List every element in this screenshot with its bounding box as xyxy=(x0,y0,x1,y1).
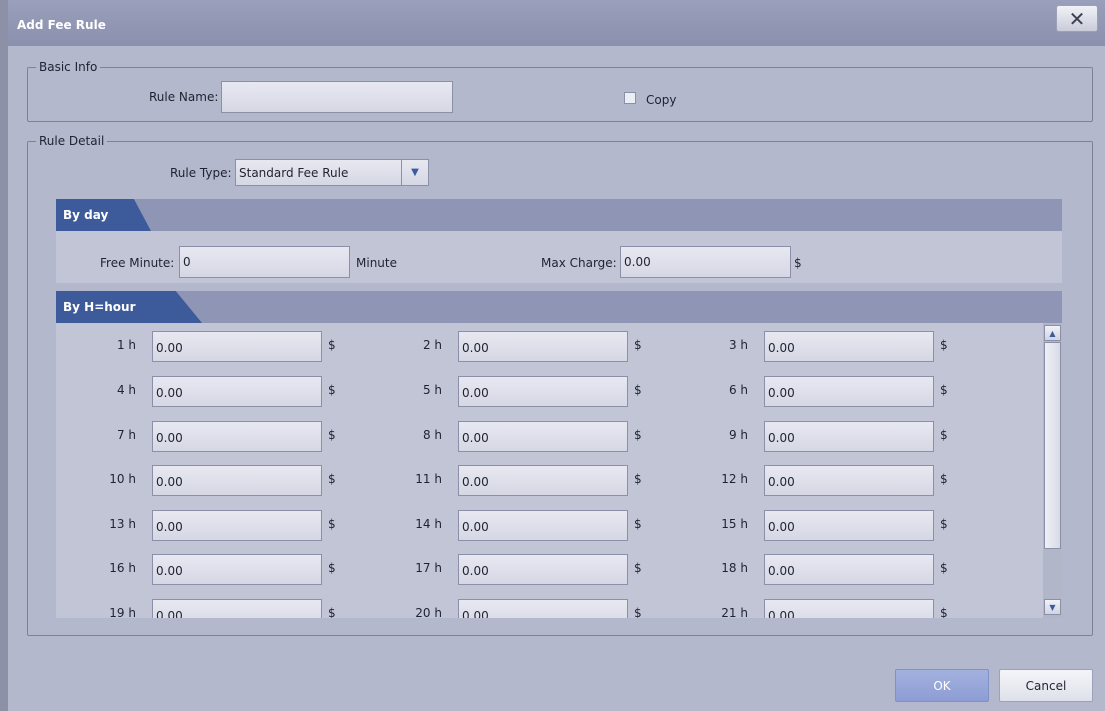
hour-fee-input[interactable]: 0.00 xyxy=(458,599,628,618)
copy-label: Copy xyxy=(646,93,677,107)
hour-fee-input[interactable]: 0.00 xyxy=(764,376,934,407)
hour-label: 9 h xyxy=(728,428,748,442)
hour-fee-input[interactable]: 0.00 xyxy=(764,421,934,452)
hour-label: 20 h xyxy=(415,606,442,618)
currency-unit: $ xyxy=(634,472,642,486)
free-minute-unit: Minute xyxy=(356,256,397,270)
currency-unit: $ xyxy=(328,561,336,575)
add-fee-rule-dialog: Add Fee Rule ✕ Basic Info Rule Name: Cop… xyxy=(8,0,1105,711)
hour-fee-input[interactable]: 0.00 xyxy=(764,331,934,362)
hour-label: 1 h xyxy=(116,338,136,352)
currency-unit: $ xyxy=(634,338,642,352)
max-charge-label: Max Charge: xyxy=(541,256,617,270)
hour-fee-input[interactable]: 0.00 xyxy=(458,331,628,362)
hour-label: 13 h xyxy=(109,517,136,531)
free-minute-label: Free Minute: xyxy=(100,256,175,270)
hour-fee-input[interactable]: 0.00 xyxy=(152,376,322,407)
free-minute-input[interactable]: 0 xyxy=(179,246,350,278)
by-hour-grid: 1 h 0.00 $ 2 h 0.00 $ 3 h 0.00 $ 4 h 0.0… xyxy=(56,323,1062,618)
by-day-header: By day xyxy=(56,199,1062,231)
currency-unit: $ xyxy=(328,517,336,531)
hour-label: 19 h xyxy=(109,606,136,618)
currency-unit: $ xyxy=(634,383,642,397)
hour-label: 8 h xyxy=(422,428,442,442)
triangle-down-icon[interactable]: ▼ xyxy=(401,160,428,185)
currency-unit: $ xyxy=(328,472,336,486)
hour-fee-input[interactable]: 0.00 xyxy=(152,465,322,496)
window-left-edge xyxy=(0,0,8,711)
hour-label: 4 h xyxy=(116,383,136,397)
hour-label: 18 h xyxy=(721,561,748,575)
hour-label: 11 h xyxy=(415,472,442,486)
currency-unit: $ xyxy=(940,606,948,618)
rule-detail-legend: Rule Detail xyxy=(39,134,105,148)
currency-unit: $ xyxy=(940,383,948,397)
hour-fee-input[interactable]: 0.00 xyxy=(458,510,628,541)
hour-label: 6 h xyxy=(728,383,748,397)
currency-unit: $ xyxy=(940,561,948,575)
currency-unit: $ xyxy=(328,383,336,397)
hour-label: 3 h xyxy=(728,338,748,352)
currency-unit: $ xyxy=(634,606,642,618)
currency-unit: $ xyxy=(940,338,948,352)
hour-fee-input[interactable]: 0.00 xyxy=(458,421,628,452)
by-hour-scrollbar[interactable]: ▲ ▼ xyxy=(1043,323,1062,618)
cancel-button[interactable]: Cancel xyxy=(999,669,1093,702)
triangle-up-icon[interactable]: ▲ xyxy=(1044,325,1061,341)
hour-label: 14 h xyxy=(415,517,442,531)
by-hour-header: By H=hour xyxy=(56,291,1062,323)
hour-fee-input[interactable]: 0.00 xyxy=(152,599,322,618)
rule-type-dropdown[interactable]: Standard Fee Rule ▼ xyxy=(235,159,429,186)
close-x-icon: ✕ xyxy=(1068,6,1086,31)
hour-fee-input[interactable]: 0.00 xyxy=(152,510,322,541)
hour-fee-input[interactable]: 0.00 xyxy=(458,376,628,407)
max-charge-unit: $ xyxy=(794,256,802,270)
by-hour-tab: By H=hour xyxy=(56,291,202,323)
hour-fee-input[interactable]: 0.00 xyxy=(764,465,934,496)
currency-unit: $ xyxy=(940,517,948,531)
hour-label: 21 h xyxy=(721,606,748,618)
dialog-title-bar: Add Fee Rule ✕ xyxy=(8,0,1105,46)
hour-label: 7 h xyxy=(116,428,136,442)
currency-unit: $ xyxy=(634,517,642,531)
hour-fee-input[interactable]: 0.00 xyxy=(458,465,628,496)
hour-fee-input[interactable]: 0.00 xyxy=(152,331,322,362)
currency-unit: $ xyxy=(940,472,948,486)
currency-unit: $ xyxy=(328,338,336,352)
copy-checkbox[interactable] xyxy=(624,92,636,104)
currency-unit: $ xyxy=(634,561,642,575)
currency-unit: $ xyxy=(328,606,336,618)
triangle-down-icon[interactable]: ▼ xyxy=(1044,599,1061,615)
hour-fee-input[interactable]: 0.00 xyxy=(764,510,934,541)
dialog-title: Add Fee Rule xyxy=(17,18,106,32)
hour-fee-input[interactable]: 0.00 xyxy=(152,421,322,452)
hour-fee-input[interactable]: 0.00 xyxy=(458,554,628,585)
hour-label: 5 h xyxy=(422,383,442,397)
hour-fee-input[interactable]: 0.00 xyxy=(764,554,934,585)
basic-info-legend: Basic Info xyxy=(39,60,98,74)
hour-label: 12 h xyxy=(721,472,748,486)
hour-fee-input[interactable]: 0.00 xyxy=(152,554,322,585)
currency-unit: $ xyxy=(634,428,642,442)
hour-fee-input[interactable]: 0.00 xyxy=(764,599,934,618)
ok-button[interactable]: OK xyxy=(895,669,989,702)
rule-type-value: Standard Fee Rule xyxy=(239,165,349,180)
currency-unit: $ xyxy=(328,428,336,442)
rule-name-label: Rule Name: xyxy=(149,90,219,104)
rule-type-label: Rule Type: xyxy=(170,166,232,180)
hour-label: 15 h xyxy=(721,517,748,531)
hour-label: 10 h xyxy=(109,472,136,486)
max-charge-input[interactable]: 0.00 xyxy=(620,246,791,278)
rule-name-input[interactable] xyxy=(221,81,453,113)
hour-label: 2 h xyxy=(422,338,442,352)
close-button[interactable]: ✕ xyxy=(1056,5,1098,32)
hour-label: 16 h xyxy=(109,561,136,575)
hour-label: 17 h xyxy=(415,561,442,575)
by-day-tab: By day xyxy=(56,199,151,231)
currency-unit: $ xyxy=(940,428,948,442)
scrollbar-thumb[interactable] xyxy=(1044,342,1061,549)
